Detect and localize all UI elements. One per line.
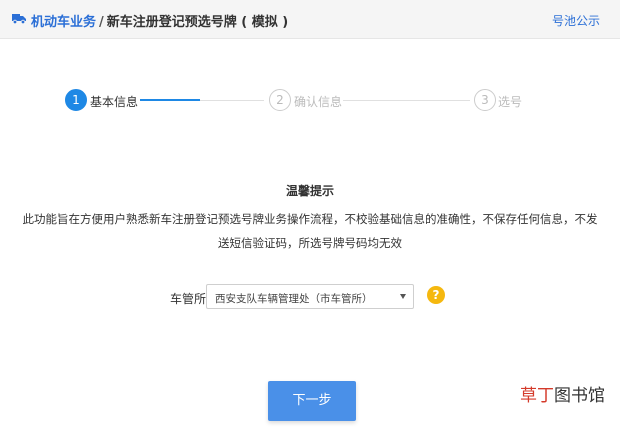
next-step-button[interactable]: 下一步 (268, 381, 356, 421)
breadcrumb: 机动车业务 / 新车注册登记预选号牌 ( 模拟 ) (31, 11, 288, 30)
breadcrumb-separator: / (99, 15, 104, 30)
pool-announcement-link[interactable]: 号池公示 (552, 12, 600, 29)
watermark-part-1: 草丁 (520, 386, 554, 406)
step-connector-2 (343, 100, 470, 101)
header-bar: 机动车业务 / 新车注册登记预选号牌 ( 模拟 ) 号池公示 (0, 0, 620, 39)
step-2-circle: 2 (269, 89, 291, 111)
office-select-value: 西安支队车辆管理处（市车管所） (215, 293, 373, 305)
page: 机动车业务 / 新车注册登记预选号牌 ( 模拟 ) 号池公示 1 基本信息 2 确认… (0, 0, 620, 427)
breadcrumb-current: 新车注册登记预选号牌 ( 模拟 ) (106, 15, 289, 30)
truck-icon (12, 14, 26, 24)
watermark: 草丁图书馆 (520, 381, 605, 406)
office-select[interactable]: 西安支队车辆管理处（市车管所） (206, 284, 414, 309)
office-label: 车管所 (170, 292, 207, 306)
notice-title: 温馨提示 (285, 184, 334, 198)
breadcrumb-main[interactable]: 机动车业务 (31, 15, 96, 30)
notice-body: 此功能旨在方便用户熟悉新车注册登记预选号牌业务操作流程，不校验基础信息的准确性，… (22, 212, 598, 250)
help-icon[interactable]: ? (427, 286, 445, 304)
step-1-label: 基本信息 (90, 95, 139, 109)
step-3-label: 选号 (498, 95, 523, 109)
step-3-circle: 3 (474, 89, 496, 111)
watermark-part-2: 图书馆 (554, 386, 605, 406)
step-progress-bar (140, 99, 200, 101)
chevron-down-icon (400, 294, 406, 299)
step-2-label: 确认信息 (294, 95, 343, 109)
step-1-circle: 1 (65, 89, 87, 111)
